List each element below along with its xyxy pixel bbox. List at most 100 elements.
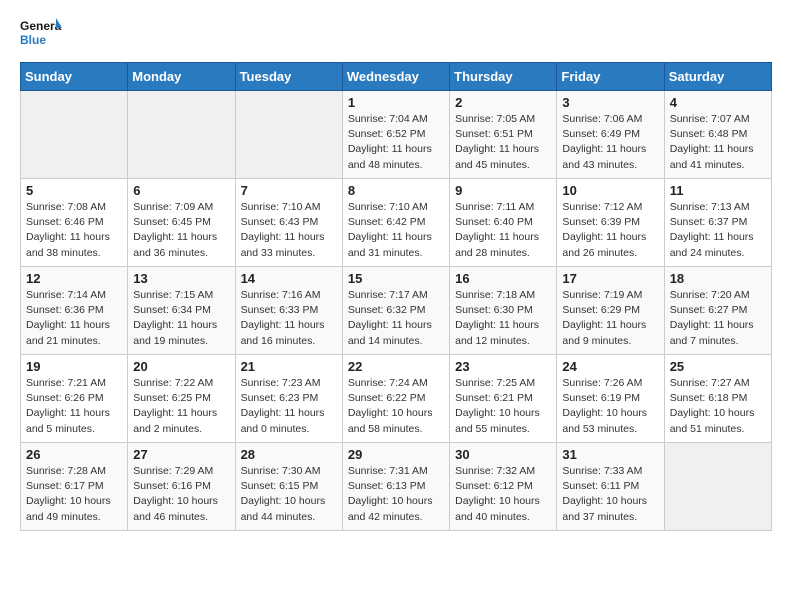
calendar-cell: 31Sunrise: 7:33 AM Sunset: 6:11 PM Dayli… (557, 443, 664, 531)
calendar-week-4: 19Sunrise: 7:21 AM Sunset: 6:26 PM Dayli… (21, 355, 772, 443)
header: General Blue (20, 16, 772, 52)
day-info: Sunrise: 7:20 AM Sunset: 6:27 PM Dayligh… (670, 288, 766, 349)
day-number: 25 (670, 359, 766, 374)
day-info: Sunrise: 7:08 AM Sunset: 6:46 PM Dayligh… (26, 200, 122, 261)
header-sunday: Sunday (21, 63, 128, 91)
calendar-cell: 19Sunrise: 7:21 AM Sunset: 6:26 PM Dayli… (21, 355, 128, 443)
calendar-cell: 27 Sunrise: 7:29 AM Sunset: 6:16 PM Dayli… (128, 443, 235, 531)
day-number: 13 (133, 271, 229, 286)
day-info: Sunrise: 7:06 AM Sunset: 6:49 PM Dayligh… (562, 112, 658, 173)
day-number: 27 (133, 447, 229, 462)
calendar-cell: 14 Sunrise: 7:16 AM Sunset: 6:33 PM Dayli… (235, 267, 342, 355)
day-number: 4 (670, 95, 766, 110)
day-number: 19 (26, 359, 122, 374)
day-info: Sunrise: 7:31 AM Sunset: 6:13 PM Dayligh… (348, 464, 444, 525)
day-info: Sunrise: 7:19 AM Sunset: 6:29 PM Dayligh… (562, 288, 658, 349)
day-number: 15 (348, 271, 444, 286)
day-number: 5 (26, 183, 122, 198)
day-info: Sunrise: 7:30 AM Sunset: 6:15 PM Dayligh… (241, 464, 337, 525)
day-info: Sunrise: 7:07 AM Sunset: 6:48 PM Dayligh… (670, 112, 766, 173)
day-info: Sunrise: 7:10 AM Sunset: 6:42 PM Dayligh… (348, 200, 444, 261)
calendar-cell (21, 91, 128, 179)
calendar-table: SundayMondayTuesdayWednesdayThursdayFrid… (20, 62, 772, 531)
day-info: Sunrise: 7:13 AM Sunset: 6:37 PM Dayligh… (670, 200, 766, 261)
day-number: 28 (241, 447, 337, 462)
day-info: Sunrise: 7:10 AM Sunset: 6:43 PM Dayligh… (241, 200, 337, 261)
day-number: 8 (348, 183, 444, 198)
day-number: 9 (455, 183, 551, 198)
day-number: 1 (348, 95, 444, 110)
day-number: 3 (562, 95, 658, 110)
day-info: Sunrise: 7:18 AM Sunset: 6:30 PM Dayligh… (455, 288, 551, 349)
calendar-cell: 12 Sunrise: 7:14 AM Sunset: 6:36 PM Dayli… (21, 267, 128, 355)
header-friday: Friday (557, 63, 664, 91)
calendar-cell: 23 Sunrise: 7:25 AM Sunset: 6:21 PM Dayli… (450, 355, 557, 443)
day-info: Sunrise: 7:25 AM Sunset: 6:21 PM Dayligh… (455, 376, 551, 437)
header-monday: Monday (128, 63, 235, 91)
calendar-cell: 8 Sunrise: 7:10 AM Sunset: 6:42 PM Daylig… (342, 179, 449, 267)
day-number: 6 (133, 183, 229, 198)
day-info: Sunrise: 7:04 AM Sunset: 6:52 PM Dayligh… (348, 112, 444, 173)
calendar-cell: 22 Sunrise: 7:24 AM Sunset: 6:22 PM Dayli… (342, 355, 449, 443)
day-number: 17 (562, 271, 658, 286)
calendar-cell (235, 91, 342, 179)
calendar-cell: 5 Sunrise: 7:08 AM Sunset: 6:46 PM Daylig… (21, 179, 128, 267)
day-info: Sunrise: 7:16 AM Sunset: 6:33 PM Dayligh… (241, 288, 337, 349)
calendar-cell: 9 Sunrise: 7:11 AM Sunset: 6:40 PM Daylig… (450, 179, 557, 267)
day-info: Sunrise: 7:29 AM Sunset: 6:16 PM Dayligh… (133, 464, 229, 525)
page-container: General Blue SundayMondayTuesdayWednesda… (0, 0, 792, 541)
day-info: Sunrise: 7:32 AM Sunset: 6:12 PM Dayligh… (455, 464, 551, 525)
calendar-cell: 18 Sunrise: 7:20 AM Sunset: 6:27 PM Dayli… (664, 267, 771, 355)
day-info: Sunrise: 7:12 AM Sunset: 6:39 PM Dayligh… (562, 200, 658, 261)
calendar-cell: 3 Sunrise: 7:06 AM Sunset: 6:49 PM Daylig… (557, 91, 664, 179)
calendar-header-row: SundayMondayTuesdayWednesdayThursdayFrid… (21, 63, 772, 91)
calendar-week-5: 26Sunrise: 7:28 AM Sunset: 6:17 PM Dayli… (21, 443, 772, 531)
day-info: Sunrise: 7:33 AM Sunset: 6:11 PM Dayligh… (562, 464, 658, 525)
day-info: Sunrise: 7:17 AM Sunset: 6:32 PM Dayligh… (348, 288, 444, 349)
calendar-cell: 11Sunrise: 7:13 AM Sunset: 6:37 PM Dayli… (664, 179, 771, 267)
calendar-cell: 15 Sunrise: 7:17 AM Sunset: 6:32 PM Dayli… (342, 267, 449, 355)
calendar-cell: 16Sunrise: 7:18 AM Sunset: 6:30 PM Dayli… (450, 267, 557, 355)
calendar-cell: 7Sunrise: 7:10 AM Sunset: 6:43 PM Daylig… (235, 179, 342, 267)
day-info: Sunrise: 7:11 AM Sunset: 6:40 PM Dayligh… (455, 200, 551, 261)
day-info: Sunrise: 7:26 AM Sunset: 6:19 PM Dayligh… (562, 376, 658, 437)
calendar-cell: 21Sunrise: 7:23 AM Sunset: 6:23 PM Dayli… (235, 355, 342, 443)
calendar-week-2: 5 Sunrise: 7:08 AM Sunset: 6:46 PM Daylig… (21, 179, 772, 267)
day-info: Sunrise: 7:05 AM Sunset: 6:51 PM Dayligh… (455, 112, 551, 173)
day-info: Sunrise: 7:28 AM Sunset: 6:17 PM Dayligh… (26, 464, 122, 525)
calendar-cell: 25 Sunrise: 7:27 AM Sunset: 6:18 PM Dayli… (664, 355, 771, 443)
day-number: 2 (455, 95, 551, 110)
header-wednesday: Wednesday (342, 63, 449, 91)
calendar-cell: 6 Sunrise: 7:09 AM Sunset: 6:45 PM Daylig… (128, 179, 235, 267)
calendar-cell: 24 Sunrise: 7:26 AM Sunset: 6:19 PM Dayli… (557, 355, 664, 443)
day-number: 12 (26, 271, 122, 286)
calendar-cell: 13 Sunrise: 7:15 AM Sunset: 6:34 PM Dayli… (128, 267, 235, 355)
day-info: Sunrise: 7:22 AM Sunset: 6:25 PM Dayligh… (133, 376, 229, 437)
day-number: 20 (133, 359, 229, 374)
calendar-cell: 20 Sunrise: 7:22 AM Sunset: 6:25 PM Dayli… (128, 355, 235, 443)
calendar-week-3: 12 Sunrise: 7:14 AM Sunset: 6:36 PM Dayli… (21, 267, 772, 355)
day-number: 14 (241, 271, 337, 286)
calendar-cell: 4 Sunrise: 7:07 AM Sunset: 6:48 PM Daylig… (664, 91, 771, 179)
svg-text:General: General (20, 19, 62, 33)
day-info: Sunrise: 7:27 AM Sunset: 6:18 PM Dayligh… (670, 376, 766, 437)
day-number: 18 (670, 271, 766, 286)
calendar-week-1: 1 Sunrise: 7:04 AM Sunset: 6:52 PM Daylig… (21, 91, 772, 179)
day-info: Sunrise: 7:15 AM Sunset: 6:34 PM Dayligh… (133, 288, 229, 349)
day-info: Sunrise: 7:23 AM Sunset: 6:23 PM Dayligh… (241, 376, 337, 437)
day-info: Sunrise: 7:24 AM Sunset: 6:22 PM Dayligh… (348, 376, 444, 437)
header-thursday: Thursday (450, 63, 557, 91)
day-info: Sunrise: 7:09 AM Sunset: 6:45 PM Dayligh… (133, 200, 229, 261)
day-number: 24 (562, 359, 658, 374)
day-number: 30 (455, 447, 551, 462)
logo-svg: General Blue (20, 16, 62, 52)
day-info: Sunrise: 7:14 AM Sunset: 6:36 PM Dayligh… (26, 288, 122, 349)
calendar-cell: 17 Sunrise: 7:19 AM Sunset: 6:29 PM Dayli… (557, 267, 664, 355)
calendar-cell: 10Sunrise: 7:12 AM Sunset: 6:39 PM Dayli… (557, 179, 664, 267)
calendar-cell: 29 Sunrise: 7:31 AM Sunset: 6:13 PM Dayli… (342, 443, 449, 531)
day-number: 23 (455, 359, 551, 374)
day-number: 29 (348, 447, 444, 462)
day-number: 22 (348, 359, 444, 374)
calendar-cell (664, 443, 771, 531)
calendar-cell: 26Sunrise: 7:28 AM Sunset: 6:17 PM Dayli… (21, 443, 128, 531)
